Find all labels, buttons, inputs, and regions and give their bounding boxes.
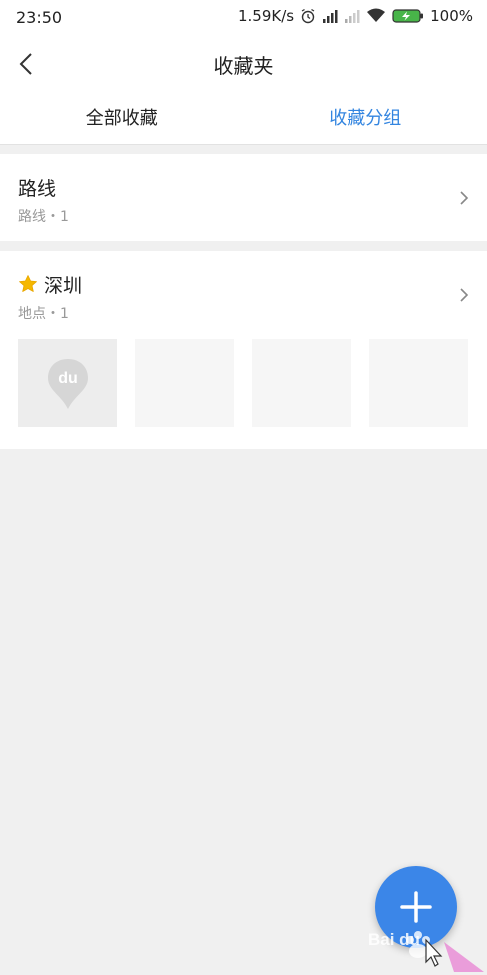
signal-weak-icon (345, 10, 360, 23)
wifi-icon (367, 8, 386, 22)
place-thumbnail-empty (252, 339, 351, 427)
group-subtitle: 地点・1 (18, 306, 69, 322)
tab-all-favorites[interactable]: 全部收藏 (0, 94, 244, 144)
battery-charging-icon (392, 9, 424, 23)
chevron-right-icon (460, 191, 469, 205)
group-title: 深圳 (18, 271, 82, 298)
alarm-icon (301, 8, 315, 24)
place-thumbnail[interactable]: du (18, 339, 117, 427)
favorites-screen: 23:50 1.59K/s 100% 收藏夹 全部收藏 收藏分组 路线 路线・1… (0, 0, 487, 975)
map-pin-icon: du (48, 359, 88, 409)
status-bar: 23:50 1.59K/s 100% (0, 0, 487, 36)
group-card-routes[interactable]: 路线 路线・1 (0, 154, 487, 241)
status-time: 23:50 (16, 8, 63, 27)
group-subtitle: 路线・1 (18, 209, 69, 225)
place-thumbnail-empty (135, 339, 234, 427)
group-title: 路线 (18, 178, 57, 200)
network-speed: 1.59K/s (238, 7, 295, 25)
tab-favorite-groups[interactable]: 收藏分组 (244, 94, 487, 144)
watermark-text: Bai du (368, 930, 420, 949)
status-indicators: 1.59K/s 100% (238, 7, 473, 25)
header: 收藏夹 (0, 36, 487, 94)
place-thumbnails: du (18, 339, 468, 427)
battery-level: 100% (430, 7, 473, 25)
chevron-right-icon (460, 288, 469, 302)
group-title-text: 深圳 (44, 275, 83, 297)
place-thumbnail-empty (369, 339, 468, 427)
signal-icon (323, 10, 338, 23)
group-card-shenzhen[interactable]: 深圳 地点・1 du (0, 251, 487, 449)
star-icon (19, 275, 37, 292)
svg-text:du: du (58, 370, 78, 387)
tab-bar: 全部收藏 收藏分组 (0, 94, 487, 145)
page-title: 收藏夹 (213, 54, 274, 78)
